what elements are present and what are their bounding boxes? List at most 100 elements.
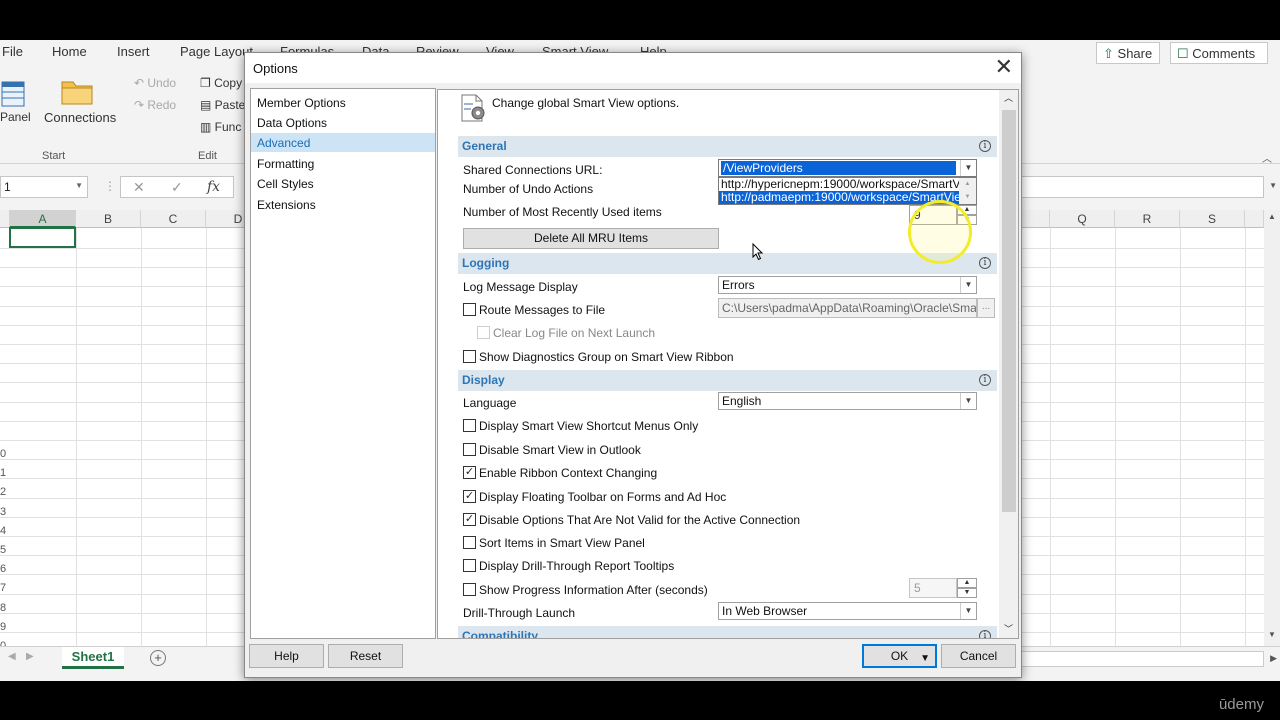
checkbox[interactable] bbox=[463, 419, 476, 432]
info-icon[interactable]: i bbox=[979, 140, 991, 152]
share-button[interactable]: ⇧ Share bbox=[1096, 42, 1160, 64]
column-header[interactable]: B bbox=[76, 210, 141, 228]
row-number[interactable]: 8 bbox=[0, 602, 6, 614]
shared-connections-value[interactable]: /ViewProviders bbox=[721, 161, 956, 175]
dropdown-scrollbar[interactable]: ▲ ▼ bbox=[959, 178, 976, 204]
scroll-right-icon[interactable]: ▶ bbox=[1270, 653, 1277, 664]
connections-icon[interactable] bbox=[60, 76, 94, 106]
section-general[interactable]: General i bbox=[458, 136, 997, 157]
select-all-corner[interactable] bbox=[0, 210, 10, 228]
undo-button[interactable]: ↶ Undo bbox=[134, 76, 176, 90]
row-number[interactable]: 2 bbox=[0, 486, 6, 498]
row-number[interactable]: 9 bbox=[0, 621, 6, 633]
dropdown-option[interactable]: http://padmaepm:19000/workspace/SmartVie… bbox=[719, 191, 959, 204]
help-button[interactable]: Help bbox=[249, 644, 324, 668]
dropdown-option[interactable]: http://hypericnepm:19000/workspace/Smart… bbox=[719, 178, 959, 191]
log-message-select[interactable]: Errors ▼ bbox=[718, 276, 977, 294]
section-compatibility[interactable]: Compatibility i bbox=[458, 626, 997, 638]
checkbox[interactable] bbox=[463, 443, 476, 456]
row-number[interactable]: 7 bbox=[0, 582, 6, 594]
category-cell-styles[interactable]: Cell Styles bbox=[251, 174, 435, 193]
tab-file[interactable]: File bbox=[2, 44, 23, 59]
shared-connections-select[interactable]: /ViewProviders ▼ bbox=[718, 159, 977, 177]
checkbox[interactable] bbox=[463, 536, 476, 549]
column-header[interactable]: C bbox=[141, 210, 206, 228]
column-header[interactable] bbox=[1245, 210, 1264, 228]
enter-icon[interactable]: ✓ bbox=[171, 179, 183, 196]
scroll-up-icon[interactable]: ︿ bbox=[999, 90, 1018, 107]
tab-insert[interactable]: Insert bbox=[117, 44, 150, 59]
checked-checkbox-icon[interactable]: ✓ bbox=[463, 513, 476, 526]
expand-formula-icon[interactable]: ▼ bbox=[1269, 181, 1277, 190]
panel-icon[interactable] bbox=[0, 78, 28, 108]
spin-up-icon[interactable]: ▲ bbox=[957, 205, 977, 215]
category-advanced[interactable]: Advanced bbox=[251, 133, 435, 152]
mru-items-value[interactable]: 9 bbox=[909, 205, 957, 225]
fx-icon[interactable]: fx bbox=[207, 179, 220, 195]
category-formatting[interactable]: Formatting bbox=[251, 154, 435, 173]
section-logging[interactable]: Logging i bbox=[458, 253, 997, 274]
row-number[interactable]: 5 bbox=[0, 544, 6, 556]
cancel-icon[interactable]: ✕ bbox=[133, 179, 145, 196]
next-sheet-icon[interactable]: ▶ bbox=[26, 651, 34, 662]
connections-label[interactable]: Connections bbox=[44, 110, 116, 125]
column-header[interactable]: Q bbox=[1050, 210, 1115, 228]
sheet-vertical-scrollbar[interactable]: ▲ ▼ bbox=[1264, 210, 1280, 646]
dialog-titlebar[interactable]: Options ✕ bbox=[245, 53, 1021, 83]
functions-button[interactable]: ▥ Func bbox=[200, 120, 241, 134]
shared-connections-dropdown[interactable]: http://hypericnepm:19000/workspace/Smart… bbox=[718, 177, 977, 205]
column-header[interactable]: A bbox=[10, 210, 76, 228]
mru-items-stepper[interactable]: 9 ▲ ▼ bbox=[909, 205, 977, 225]
checkbox[interactable] bbox=[463, 303, 476, 316]
collapse-ribbon-icon[interactable]: ︿ bbox=[1262, 150, 1272, 165]
column-header[interactable]: S bbox=[1180, 210, 1245, 228]
prev-sheet-icon[interactable]: ◀ bbox=[8, 651, 16, 662]
row-number[interactable]: 3 bbox=[0, 506, 6, 518]
comments-button[interactable]: ☐ Comments bbox=[1170, 42, 1268, 64]
delete-mru-button[interactable]: Delete All MRU Items bbox=[463, 228, 719, 249]
chevron-down-icon[interactable]: ▼ bbox=[960, 160, 976, 176]
column-header[interactable]: R bbox=[1115, 210, 1180, 228]
checkbox[interactable] bbox=[463, 559, 476, 572]
active-cell[interactable] bbox=[9, 227, 76, 248]
sheet-horizontal-scrollbar[interactable]: ▶ bbox=[1020, 651, 1277, 667]
scroll-thumb[interactable] bbox=[1002, 110, 1016, 512]
options-vertical-scrollbar[interactable]: ︿ ﹀ bbox=[999, 90, 1018, 638]
checked-checkbox-icon[interactable]: ✓ bbox=[463, 466, 476, 479]
paste-button[interactable]: ▤ Paste bbox=[200, 98, 245, 112]
panel-label[interactable]: Panel bbox=[0, 110, 31, 124]
info-icon[interactable]: i bbox=[979, 630, 991, 638]
scroll-down-icon[interactable]: ▼ bbox=[1268, 630, 1276, 639]
cancel-button[interactable]: Cancel bbox=[941, 644, 1016, 668]
copy-button[interactable]: ❐ Copy bbox=[200, 76, 242, 90]
chevron-down-icon[interactable]: ▼ bbox=[920, 649, 930, 669]
add-sheet-icon[interactable]: + bbox=[150, 650, 166, 666]
info-icon[interactable]: i bbox=[979, 257, 991, 269]
checkbox[interactable] bbox=[463, 583, 476, 596]
scroll-up-icon[interactable]: ▲ bbox=[1268, 212, 1276, 221]
tab-home[interactable]: Home bbox=[52, 44, 87, 59]
scroll-down-icon[interactable]: ﹀ bbox=[999, 621, 1018, 638]
column-header[interactable] bbox=[1020, 210, 1050, 228]
language-select[interactable]: English ▼ bbox=[718, 392, 977, 410]
checked-checkbox-icon[interactable]: ✓ bbox=[463, 490, 476, 503]
info-icon[interactable]: i bbox=[979, 374, 991, 386]
name-box[interactable]: 1 ▼ bbox=[0, 176, 88, 198]
spin-down-icon[interactable]: ▼ bbox=[957, 215, 977, 225]
section-display[interactable]: Display i bbox=[458, 370, 997, 391]
redo-button[interactable]: ↷ Redo bbox=[134, 98, 176, 112]
sheet-tab[interactable]: Sheet1 bbox=[62, 647, 124, 669]
drill-through-select[interactable]: In Web Browser ▼ bbox=[718, 602, 977, 620]
ok-button[interactable]: OK ▼ bbox=[862, 644, 937, 668]
checkbox[interactable] bbox=[463, 350, 476, 363]
category-extensions[interactable]: Extensions bbox=[251, 195, 435, 214]
formula-input[interactable]: ▼ bbox=[1020, 176, 1277, 198]
close-icon[interactable]: ✕ bbox=[995, 56, 1013, 78]
row-number[interactable]: 0 bbox=[0, 448, 6, 460]
row-number[interactable]: 4 bbox=[0, 525, 6, 537]
category-member-options[interactable]: Member Options bbox=[251, 93, 435, 112]
row-number[interactable]: 1 bbox=[0, 467, 6, 479]
category-data-options[interactable]: Data Options bbox=[251, 113, 435, 132]
row-number[interactable]: 6 bbox=[0, 563, 6, 575]
reset-button[interactable]: Reset bbox=[328, 644, 403, 668]
